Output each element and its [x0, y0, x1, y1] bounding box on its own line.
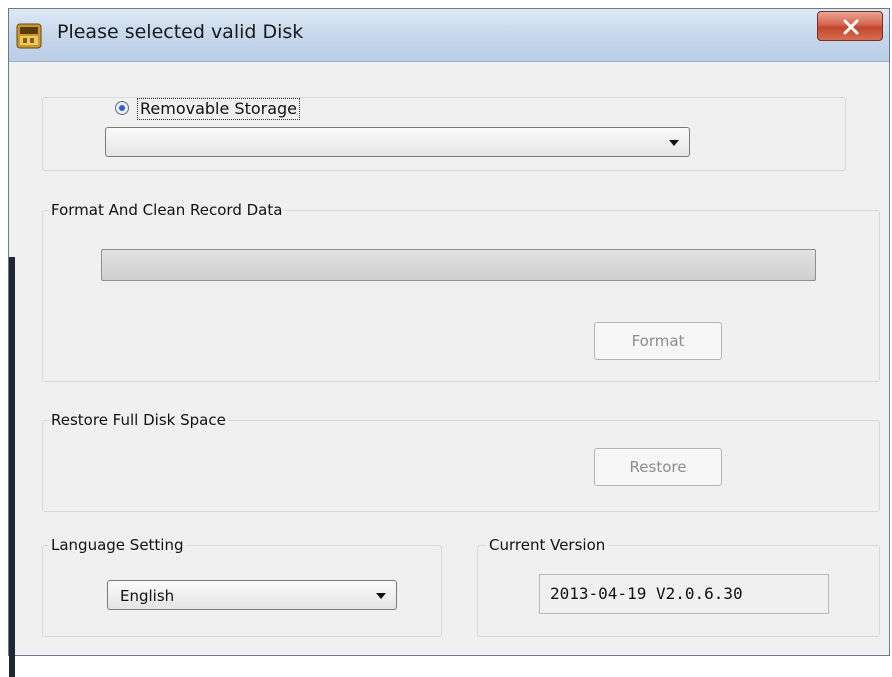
restore-group-label: Restore Full Disk Space [48, 411, 229, 429]
radio-button[interactable] [115, 101, 129, 115]
close-x-icon [843, 19, 859, 35]
radio-selected-dot [119, 105, 125, 111]
restore-group [42, 420, 880, 512]
format-group-label: Format And Clean Record Data [48, 201, 286, 219]
chevron-down-icon [669, 140, 679, 146]
language-select-value: English [120, 587, 175, 605]
format-progress-bar [101, 249, 816, 281]
disk-select[interactable] [105, 127, 690, 157]
chevron-down-icon [376, 593, 386, 599]
window-edge [9, 257, 15, 677]
window-title: Please selected valid Disk [57, 21, 304, 43]
format-button[interactable]: Format [594, 322, 722, 360]
version-value: 2013-04-19 V2.0.6.30 [550, 584, 743, 603]
dialog-client-area: Removable Storage Format And Clean Recor… [9, 62, 889, 677]
language-group-label: Language Setting [48, 536, 187, 554]
restore-button[interactable]: Restore [594, 448, 722, 486]
dialog-window: Please selected valid Disk Removable Sto… [8, 8, 890, 677]
format-group [42, 210, 880, 382]
removable-storage-label[interactable]: Removable Storage [137, 98, 301, 120]
close-button[interactable] [817, 11, 883, 41]
version-display: 2013-04-19 V2.0.6.30 [539, 574, 829, 614]
app-icon [16, 23, 42, 49]
language-select[interactable]: English [107, 580, 397, 610]
version-group-label: Current Version [486, 536, 609, 554]
title-bar[interactable]: Please selected valid Disk [9, 9, 889, 62]
